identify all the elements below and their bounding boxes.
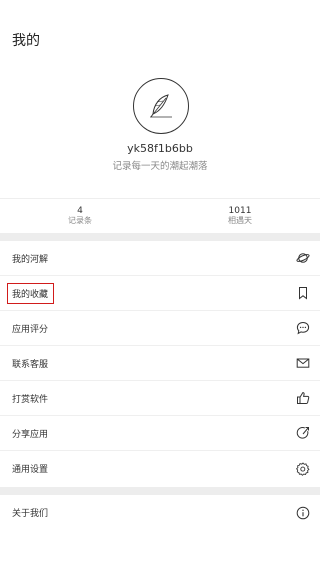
menu-item-label: 联系客服 (12, 359, 49, 370)
menu-item-label: 分享应用 (12, 429, 49, 440)
menu-item-label: 关于我们 (12, 509, 49, 519)
stat-value: 4 (77, 206, 83, 216)
share-icon (296, 426, 310, 440)
stat-records[interactable]: 4 记录条 (0, 199, 160, 233)
info-icon (296, 506, 310, 520)
bookmark-icon (296, 286, 310, 300)
mail-icon (296, 356, 310, 370)
menu-about: 关于我们 (0, 495, 320, 530)
menu-item-tip-software[interactable]: 打赏软件 (0, 381, 320, 416)
menu-item-label: 我的河解 (12, 254, 49, 265)
stat-label: 相遇天 (228, 216, 252, 225)
section-divider (0, 487, 320, 495)
feather-icon (150, 94, 172, 118)
stat-days[interactable]: 1011 相遇天 (160, 199, 320, 233)
thumbs-up-icon (296, 391, 310, 405)
username: yk58f1b6bb (127, 142, 193, 155)
menu-item-label: 应用评分 (12, 324, 49, 335)
stat-label: 记录条 (68, 216, 92, 225)
gear-icon (296, 461, 310, 476)
stats-bar: 4 记录条 1011 相遇天 (0, 198, 320, 233)
page-title: 我的 (12, 33, 40, 49)
menu-item-my-notes[interactable]: 我的河解 (0, 241, 320, 276)
stat-value: 1011 (228, 206, 252, 216)
avatar[interactable] (133, 78, 189, 134)
chat-bubble-icon (296, 321, 310, 335)
menu-item-contact-support[interactable]: 联系客服 (0, 346, 320, 381)
planet-icon (296, 251, 310, 265)
menu-item-about-us[interactable]: 关于我们 (0, 495, 320, 530)
menu-item-general-settings[interactable]: 通用设置 (0, 451, 320, 486)
menu-item-share-app[interactable]: 分享应用 (0, 416, 320, 451)
highlight-box (7, 283, 54, 304)
tagline: 记录每一天的潮起潮落 (112, 161, 208, 172)
menu-main: 我的河解 我的收藏 应用评分 联系客服 打赏软件 分享应用 通用设置 (0, 241, 320, 486)
menu-item-favorites[interactable]: 我的收藏 (0, 276, 320, 311)
menu-item-label: 通用设置 (12, 465, 49, 475)
section-divider (0, 233, 320, 241)
menu-item-label: 打赏软件 (12, 394, 49, 405)
menu-item-rate-app[interactable]: 应用评分 (0, 311, 320, 346)
